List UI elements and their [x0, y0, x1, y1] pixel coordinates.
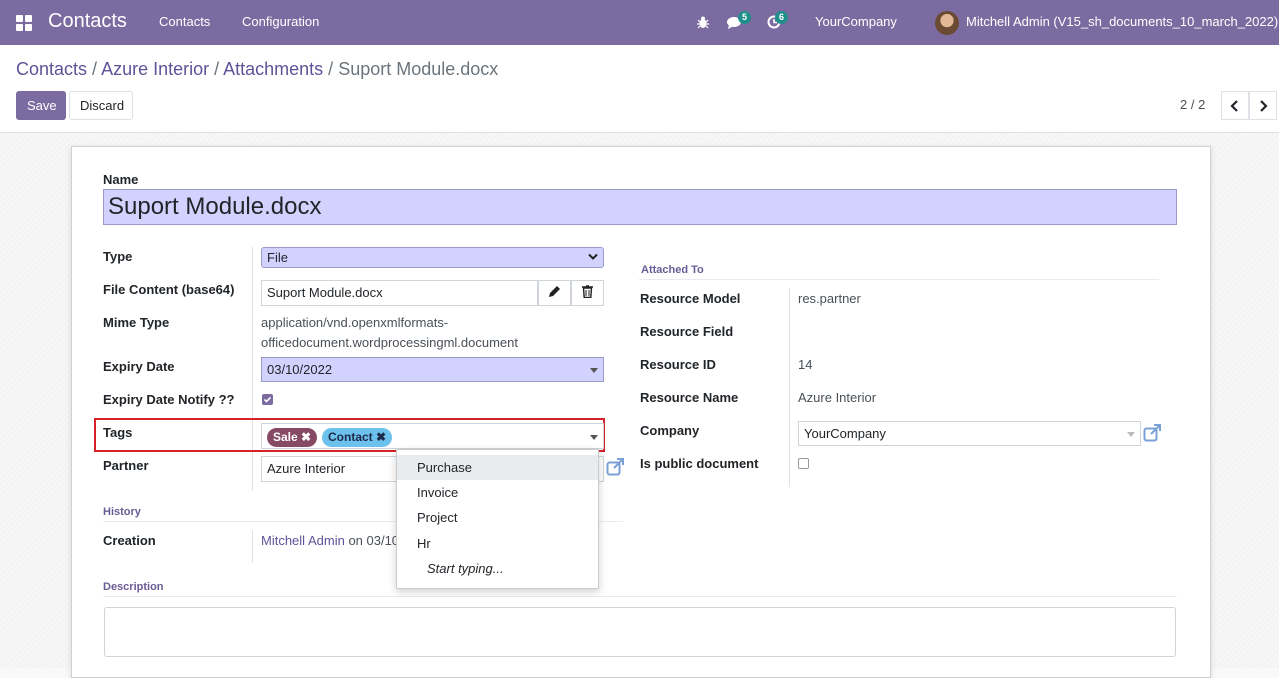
- expiry-notify-checkbox[interactable]: [262, 394, 273, 405]
- pager-next-button[interactable]: [1249, 91, 1277, 120]
- chevron-right-icon: [1260, 100, 1268, 112]
- description-section-title: Description: [103, 581, 164, 593]
- creation-value: Mitchell Admin on 03/10: [261, 533, 399, 548]
- expiry-date-input[interactable]: 03/10/2022: [261, 357, 604, 382]
- partner-value: Azure Interior: [267, 461, 346, 476]
- company-switcher[interactable]: YourCompany: [815, 14, 897, 29]
- user-menu[interactable]: Mitchell Admin (V15_sh_documents_10_marc…: [966, 14, 1278, 29]
- left-group-divider: [252, 247, 253, 491]
- description-divider: [103, 596, 1177, 597]
- tag-contact: Contact ✖: [322, 428, 393, 447]
- messages-count-badge: 5: [738, 11, 752, 24]
- remove-tag-icon[interactable]: ✖: [301, 430, 311, 444]
- dropdown-option-hr[interactable]: Hr: [397, 531, 598, 556]
- save-button[interactable]: Save: [16, 91, 66, 120]
- delete-file-button[interactable]: [571, 280, 604, 306]
- expiry-date-value: 03/10/2022: [267, 362, 333, 377]
- public-document-checkbox[interactable]: [798, 458, 809, 469]
- mime-type-value-line1: application/vnd.openxmlformats-: [261, 315, 449, 330]
- activities-count-badge: 6: [775, 11, 789, 24]
- name-label: Name: [103, 172, 139, 187]
- creation-user-link[interactable]: Mitchell Admin: [261, 533, 345, 548]
- breadcrumb-current: Suport Module.docx: [338, 59, 499, 79]
- dropdown-option-invoice[interactable]: Invoice: [397, 480, 598, 505]
- name-input[interactable]: Suport Module.docx: [103, 189, 1177, 225]
- expiry-date-caret-icon: [590, 368, 598, 373]
- type-select-value: File: [267, 250, 288, 265]
- company-label: Company: [640, 423, 700, 438]
- discard-button[interactable]: Discard: [69, 91, 133, 120]
- description-textarea[interactable]: [104, 607, 1176, 657]
- mime-type-label: Mime Type: [103, 315, 170, 330]
- menu-configuration[interactable]: Configuration: [242, 14, 319, 29]
- tag-sale: Sale ✖: [267, 428, 318, 447]
- expiry-notify-label: Expiry Date Notify ??: [103, 392, 235, 407]
- creation-label: Creation: [103, 533, 156, 548]
- form-sheet: [71, 146, 1211, 678]
- breadcrumb-contacts[interactable]: Contacts: [16, 59, 87, 79]
- app-title[interactable]: Contacts: [48, 10, 127, 33]
- tags-input[interactable]: Sale ✖ Contact ✖: [261, 423, 604, 449]
- tags-autocomplete-dropdown: Purchase Invoice Project Hr Start typing…: [396, 449, 599, 589]
- control-panel: Contacts / Azure Interior / Attachments …: [0, 45, 1279, 133]
- pager-previous-button[interactable]: [1221, 91, 1249, 120]
- company-input[interactable]: YourCompany: [798, 421, 1141, 446]
- resource-model-value: res.partner: [798, 291, 861, 306]
- pager-value[interactable]: 2 / 2: [1180, 97, 1205, 112]
- top-navbar: Contacts Contacts Configuration 5 6 Your…: [0, 0, 1279, 45]
- tags-caret-icon[interactable]: [590, 435, 598, 440]
- mime-type-value-line2: officedocument.wordprocessingml.document: [261, 335, 519, 350]
- breadcrumb-separator: /: [209, 59, 224, 79]
- resource-name-value: Azure Interior: [798, 390, 877, 405]
- attached-to-section-title: Attached To: [641, 264, 704, 276]
- expiry-date-label: Expiry Date: [103, 359, 175, 374]
- resource-id-label: Resource ID: [640, 357, 716, 372]
- trash-icon: [582, 285, 593, 299]
- user-avatar[interactable]: [935, 11, 959, 35]
- resource-name-label: Resource Name: [640, 390, 739, 405]
- file-content-label: File Content (base64): [103, 282, 235, 297]
- remove-tag-icon[interactable]: ✖: [376, 430, 386, 444]
- company-caret-icon: [1127, 432, 1135, 437]
- history-section-title: History: [103, 506, 141, 518]
- apps-menu-icon[interactable]: [16, 15, 32, 31]
- breadcrumb: Contacts / Azure Interior / Attachments …: [16, 59, 498, 80]
- menu-contacts[interactable]: Contacts: [159, 14, 210, 29]
- breadcrumb-separator: /: [87, 59, 102, 79]
- public-document-label: Is public document: [640, 456, 759, 471]
- type-select[interactable]: File: [261, 247, 604, 268]
- attached-to-divider: [639, 279, 1159, 280]
- edit-file-button[interactable]: [538, 280, 571, 306]
- creation-date: on 03/10: [348, 533, 400, 548]
- type-label: Type: [103, 249, 133, 264]
- chevron-left-icon: [1230, 100, 1238, 112]
- chevron-down-icon: [588, 253, 598, 260]
- file-content-filename: Suport Module.docx: [261, 280, 538, 306]
- dropdown-option-purchase[interactable]: Purchase: [397, 455, 598, 480]
- company-value: YourCompany: [804, 426, 886, 441]
- partner-label: Partner: [103, 458, 149, 473]
- breadcrumb-azure-interior[interactable]: Azure Interior: [101, 59, 209, 79]
- resource-field-label: Resource Field: [640, 324, 734, 339]
- dropdown-start-typing-hint: Start typing...: [427, 561, 504, 576]
- dropdown-option-project[interactable]: Project: [397, 505, 598, 530]
- breadcrumb-attachments[interactable]: Attachments: [223, 59, 323, 79]
- tags-label: Tags: [103, 425, 133, 440]
- history-group-divider: [252, 530, 253, 563]
- tag-label: Sale: [273, 430, 298, 444]
- debug-bug-icon[interactable]: [697, 16, 709, 29]
- tag-label: Contact: [328, 430, 373, 444]
- resource-model-label: Resource Model: [640, 291, 741, 306]
- external-link-icon[interactable]: [1143, 424, 1162, 442]
- right-group-divider: [789, 288, 790, 487]
- pencil-icon: [549, 286, 560, 297]
- external-link-icon[interactable]: [606, 458, 625, 476]
- breadcrumb-separator: /: [323, 59, 339, 79]
- check-icon: [263, 396, 272, 403]
- resource-id-value: 14: [798, 357, 813, 372]
